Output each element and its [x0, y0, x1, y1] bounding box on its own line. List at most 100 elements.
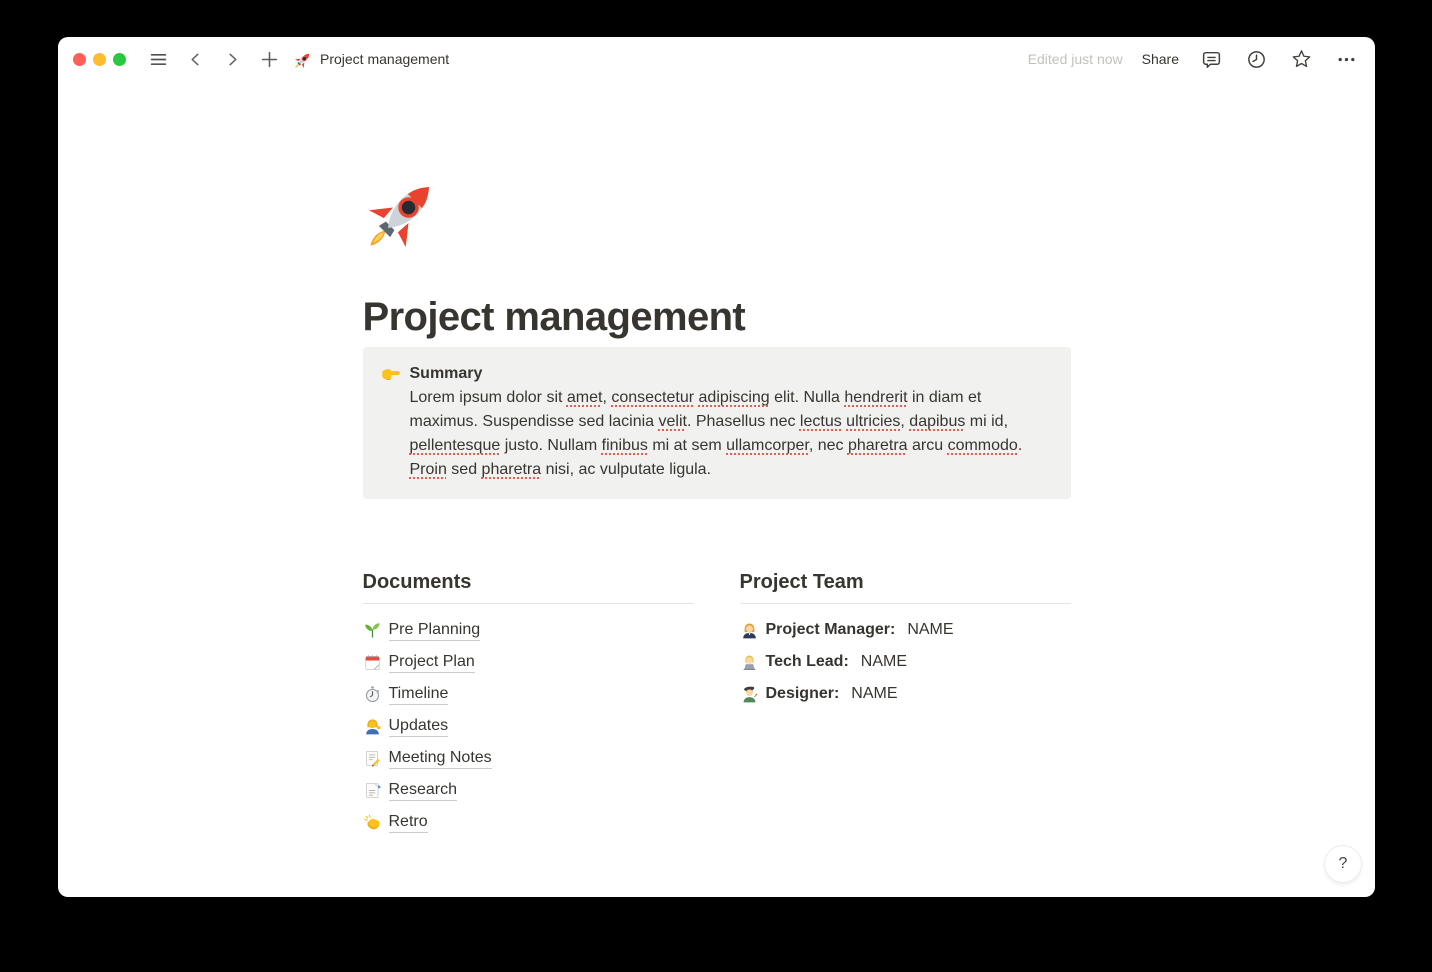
documents-heading: Documents — [363, 569, 694, 595]
page-link-timeline[interactable]: Timeline — [389, 683, 449, 705]
page-link-retro[interactable]: Retro — [389, 811, 428, 833]
text-segment: mi id, — [965, 413, 1008, 430]
text-segment: arcu — [908, 437, 948, 454]
text-segment: . — [1018, 437, 1022, 454]
more-icon[interactable] — [1333, 47, 1359, 71]
misspelled-word: Proin — [410, 461, 447, 478]
breadcrumb-title: Project management — [320, 51, 449, 67]
team-name: NAME — [851, 685, 897, 703]
team-role: Project Manager: — [766, 621, 896, 639]
close-window-button[interactable] — [73, 53, 86, 66]
new-page-icon[interactable] — [256, 46, 282, 72]
team-row: Project Manager: NAME — [740, 614, 1071, 646]
clapping-hands-icon — [363, 813, 382, 832]
bookmark-tabs-icon — [363, 781, 382, 800]
doc-row: Updates — [363, 710, 694, 742]
rocket-icon — [294, 50, 313, 69]
tipping-hand-icon — [363, 717, 382, 736]
titlebar-nav — [145, 46, 282, 72]
woman-office-worker-icon — [740, 621, 759, 640]
star-icon[interactable] — [1288, 47, 1314, 71]
team-role: Designer: — [766, 685, 840, 703]
traffic-lights — [73, 53, 126, 66]
doc-row: Pre Planning — [363, 614, 694, 646]
text-segment: in diam et — [908, 389, 982, 406]
comment-icon[interactable] — [1198, 47, 1224, 71]
help-button[interactable]: ? — [1325, 846, 1361, 882]
misspelled-word: pharetra — [848, 437, 908, 454]
titlebar-actions: Edited just now Share — [1028, 47, 1359, 71]
team-name: NAME — [861, 653, 907, 671]
page-content: Project management Summary Lorem ipsum d… — [58, 81, 1375, 897]
misspelled-word: pharetra — [482, 461, 542, 478]
edited-status: Edited just now — [1028, 51, 1123, 67]
misspelled-word: commodo — [948, 437, 1018, 454]
doc-row: Timeline — [363, 678, 694, 710]
text-segment: elit. Nulla — [770, 389, 845, 406]
divider — [740, 603, 1071, 604]
team-heading: Project Team — [740, 569, 1071, 595]
team-row: Tech Lead: NAME — [740, 646, 1071, 678]
doc-row: Research — [363, 774, 694, 806]
misspelled-word: dapibus — [909, 413, 965, 430]
text-segment: , nec — [809, 437, 848, 454]
text-segment: . Phasellus nec — [687, 413, 800, 430]
technologist-icon — [740, 653, 759, 672]
doc-row: Meeting Notes — [363, 742, 694, 774]
page-link-meeting-notes[interactable]: Meeting Notes — [389, 747, 492, 769]
text-segment: sed — [447, 461, 482, 478]
page-link-research[interactable]: Research — [389, 779, 457, 801]
back-icon[interactable] — [182, 46, 208, 72]
misspelled-word: adipiscing — [699, 389, 770, 406]
page-link-project-plan[interactable]: Project Plan — [389, 651, 475, 673]
text-segment: justo. Nullam — [500, 437, 601, 454]
callout-paragraph: Lorem ipsum dolor sit amet, consectetur … — [410, 386, 1023, 482]
page-rocket-icon[interactable] — [365, 171, 445, 251]
page-link-updates[interactable]: Updates — [389, 715, 449, 737]
summary-callout[interactable]: Summary Lorem ipsum dolor sit amet, cons… — [363, 347, 1071, 499]
app-window: Project management Edited just now Share… — [58, 37, 1375, 897]
text-segment: Lorem ipsum dolor sit — [410, 389, 567, 406]
callout-title: Summary — [410, 362, 1023, 386]
team-name: NAME — [907, 621, 953, 639]
team-list: Project Manager: NAME Tech Lead: NAME De… — [740, 614, 1071, 710]
pointing-right-icon — [380, 363, 401, 384]
misspelled-word: amet — [567, 389, 603, 406]
stopwatch-icon — [363, 685, 382, 704]
callout-body: Summary Lorem ipsum dolor sit amet, cons… — [410, 362, 1023, 482]
page-title[interactable]: Project management — [363, 293, 1071, 341]
misspelled-word: ultricies — [846, 413, 900, 430]
misspelled-word: finibus — [602, 437, 648, 454]
history-icon[interactable] — [1243, 47, 1269, 71]
titlebar: Project management Edited just now Share — [58, 37, 1375, 81]
text-segment: , — [900, 413, 909, 430]
memo-icon — [363, 749, 382, 768]
text-segment: mi at sem — [648, 437, 726, 454]
documents-column: Documents Pre Planning Project Plan — [363, 569, 694, 838]
two-column-section: Documents Pre Planning Project Plan — [363, 569, 1071, 838]
forward-icon[interactable] — [219, 46, 245, 72]
misspelled-word: consectetur — [611, 389, 694, 406]
zoom-window-button[interactable] — [113, 53, 126, 66]
minimize-window-button[interactable] — [93, 53, 106, 66]
misspelled-word: lectus — [800, 413, 842, 430]
team-column: Project Team Project Manager: NAME Tech … — [740, 569, 1071, 838]
man-artist-icon — [740, 685, 759, 704]
misspelled-word: ullamcorper — [726, 437, 809, 454]
misspelled-word: hendrerit — [844, 389, 907, 406]
team-row: Designer: NAME — [740, 678, 1071, 710]
misspelled-word: velit — [659, 413, 687, 430]
doc-row: Retro — [363, 806, 694, 838]
spiral-calendar-icon — [363, 653, 382, 672]
page-link-pre-planning[interactable]: Pre Planning — [389, 619, 481, 641]
divider — [363, 603, 694, 604]
misspelled-word: pellentesque — [410, 437, 501, 454]
doc-row: Project Plan — [363, 646, 694, 678]
documents-list: Pre Planning Project Plan Timeline — [363, 614, 694, 838]
text-segment: nisi, ac vulputate ligula. — [541, 461, 711, 478]
share-button[interactable]: Share — [1142, 51, 1179, 67]
team-role: Tech Lead: — [766, 653, 849, 671]
seedling-icon — [363, 621, 382, 640]
breadcrumb[interactable]: Project management — [294, 50, 449, 69]
sidebar-menu-icon[interactable] — [145, 46, 171, 72]
